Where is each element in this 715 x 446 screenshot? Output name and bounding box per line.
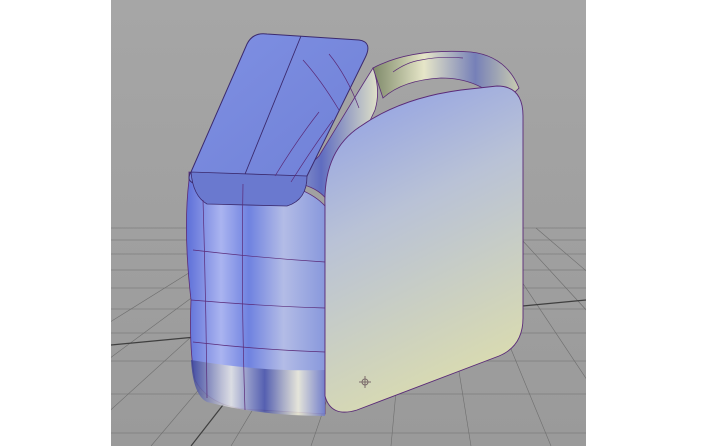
3d-viewport[interactable] <box>111 0 586 446</box>
left-margin <box>0 0 111 446</box>
right-margin <box>586 0 715 446</box>
viewport-canvas[interactable] <box>111 0 586 446</box>
cap-front-edge <box>190 171 308 207</box>
